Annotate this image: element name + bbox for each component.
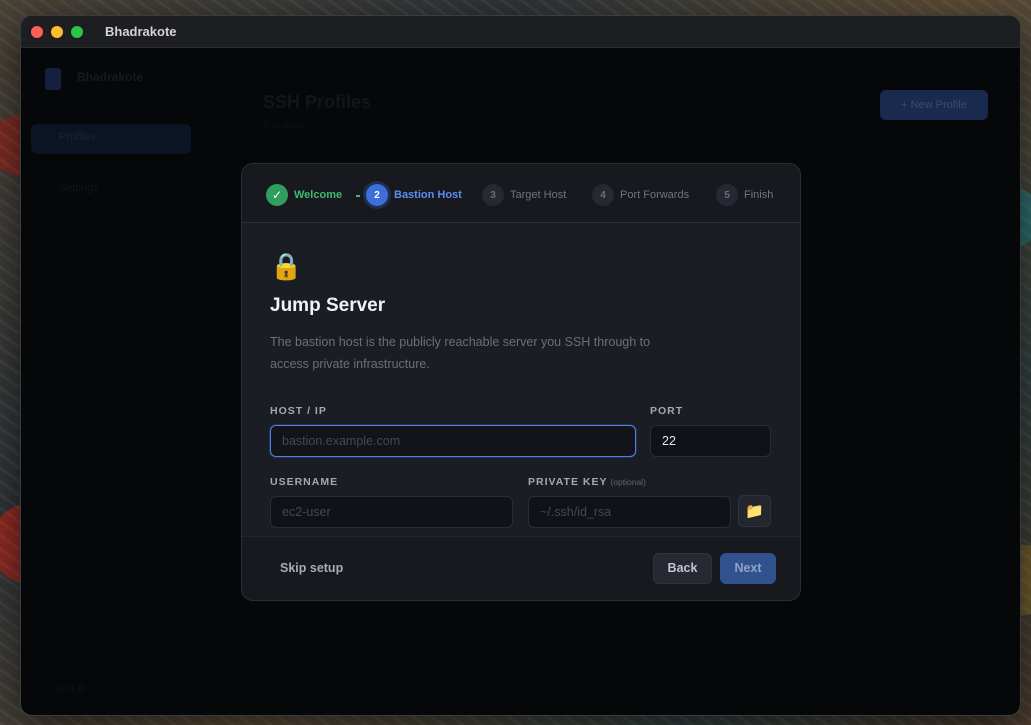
zoom-window-button[interactable]	[71, 26, 83, 38]
step-connector	[356, 195, 360, 197]
host-input[interactable]	[270, 425, 636, 457]
step-label: Bastion Host	[394, 189, 462, 201]
step-target-host: 3 Target Host	[482, 184, 566, 206]
step-bastion-host: 2 Bastion Host	[366, 184, 462, 206]
app-window: Bhadrakote Bhadrakote Profiles Settings …	[20, 15, 1021, 716]
sidebar-brand: Bhadrakote	[77, 70, 144, 84]
wizard-footer: Skip setup Back Next	[242, 536, 800, 600]
setup-wizard-dialog: ✓ Welcome 2 Bastion Host 3 Target Host 4…	[241, 163, 801, 601]
skip-setup-button[interactable]: Skip setup	[280, 561, 343, 575]
next-button[interactable]: Next	[720, 553, 776, 584]
back-button[interactable]: Back	[653, 553, 712, 584]
close-window-button[interactable]	[31, 26, 43, 38]
private-key-label-text: PRIVATE KEY	[528, 476, 608, 488]
page-title: SSH Profiles	[263, 92, 372, 112]
sidebar-item-profiles	[31, 124, 191, 154]
wizard-content: 🔒 Jump Server The bastion host is the pu…	[242, 223, 800, 537]
host-label: HOST / IP	[270, 405, 327, 417]
sidebar-item-settings: Settings	[59, 182, 99, 194]
step-welcome: ✓ Welcome	[266, 184, 342, 206]
optional-note: (optional)	[610, 477, 646, 487]
new-profile-button: + New Profile	[880, 90, 988, 120]
step-finish: 5 Finish	[716, 184, 773, 206]
step-number: 3	[482, 184, 504, 206]
step-description: The bastion host is the publicly reachab…	[270, 335, 651, 371]
step-label: Target Host	[510, 189, 567, 201]
sidebar-item-label: Profiles	[59, 131, 96, 143]
folder-icon: 📁	[745, 503, 764, 520]
lock-icon: 🔒	[270, 251, 303, 281]
version-label: v0.1.0	[57, 684, 85, 695]
step-port-forwards: 4 Port Forwards	[592, 184, 689, 206]
private-key-input[interactable]	[528, 496, 731, 528]
port-input[interactable]	[650, 425, 771, 457]
step-label: Port Forwards	[620, 189, 690, 201]
wizard-stepper: ✓ Welcome 2 Bastion Host 3 Target Host 4…	[242, 164, 800, 223]
step-label: Welcome	[294, 189, 343, 201]
sidebar: Bhadrakote Profiles Settings v0.1.0	[21, 48, 233, 715]
title-bar: Bhadrakote	[21, 16, 1020, 48]
step-number: 5	[716, 184, 738, 206]
private-key-label: PRIVATE KEY (optional)	[528, 476, 646, 488]
page-subtitle: 0 profiles	[263, 120, 304, 131]
browse-key-button[interactable]: 📁	[738, 495, 771, 527]
port-label: PORT	[650, 405, 684, 417]
step-number: 2	[366, 184, 388, 206]
minimize-window-button[interactable]	[51, 26, 63, 38]
window-title: Bhadrakote	[105, 24, 177, 39]
app-logo	[45, 68, 61, 90]
step-label: Finish	[744, 189, 774, 201]
step-heading: Jump Server	[270, 295, 386, 316]
username-label: USERNAME	[270, 476, 338, 488]
check-icon: ✓	[266, 184, 288, 206]
username-label-text: USERNAME	[270, 476, 339, 488]
step-number: 4	[592, 184, 614, 206]
username-input[interactable]	[270, 496, 513, 528]
